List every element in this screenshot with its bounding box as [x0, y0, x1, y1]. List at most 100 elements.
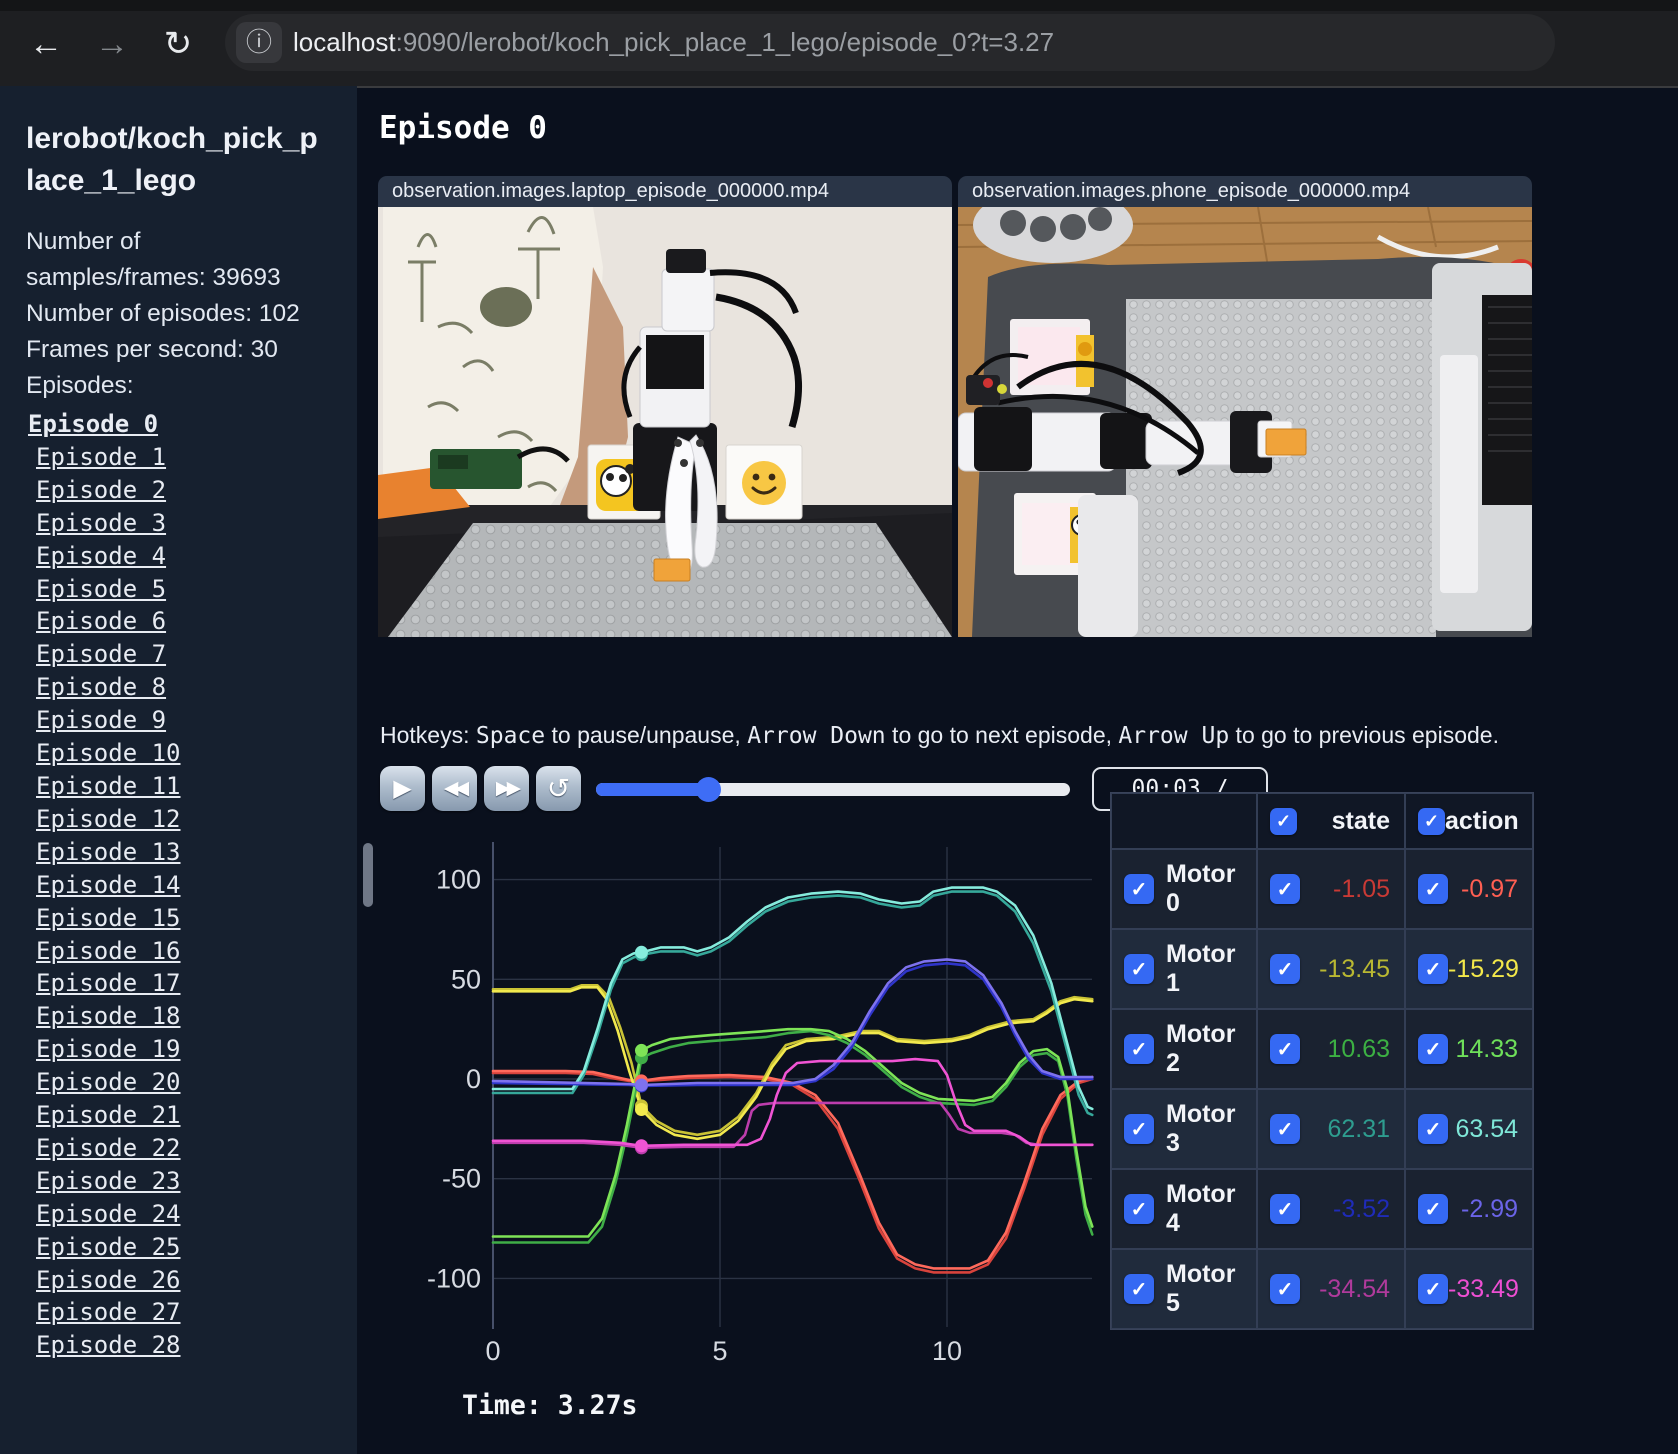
state-value-cell: ✓ -13.45: [1257, 929, 1405, 1009]
fast-forward-button[interactable]: ▶▶: [484, 766, 529, 811]
hotkeys-help-text: Hotkeys: Space to pause/unpause, Arrow D…: [380, 722, 1530, 749]
episode-link-episode-11[interactable]: Episode 11: [36, 770, 336, 803]
action-value: -2.99: [1461, 1194, 1518, 1223]
motor-table: ✓ state ✓ action ✓ Motor 0 ✓ -1.05 ✓ -0.97 ✓ Motor …: [1110, 792, 1534, 1330]
episode-link-episode-19[interactable]: Episode 19: [36, 1033, 336, 1066]
episode-link-episode-15[interactable]: Episode 15: [36, 902, 336, 935]
action-value: -0.97: [1461, 874, 1518, 903]
laptop-camera-video[interactable]: [378, 207, 952, 637]
checkbox[interactable]: ✓: [1418, 954, 1448, 984]
current-time-marker: [634, 1078, 648, 1092]
state-value-cell: ✓ 62.31: [1257, 1089, 1405, 1169]
checkbox[interactable]: ✓: [1270, 874, 1300, 904]
episode-link-episode-13[interactable]: Episode 13: [36, 836, 336, 869]
episode-link-episode-17[interactable]: Episode 17: [36, 967, 336, 1000]
checkbox[interactable]: ✓: [1124, 954, 1154, 984]
address-bar[interactable]: ⓘ localhost:9090/lerobot/koch_pick_place…: [225, 14, 1555, 71]
stat-line: Episodes:: [26, 372, 134, 399]
checkbox[interactable]: ✓: [1270, 1194, 1300, 1224]
browser-back-button[interactable]: ←: [24, 22, 68, 66]
video-title-phone: observation.images.phone_episode_000000.…: [958, 176, 1532, 207]
checkbox[interactable]: ✓: [1270, 954, 1300, 984]
episode-link-episode-4[interactable]: Episode 4: [36, 540, 336, 573]
checkbox[interactable]: ✓: [1418, 874, 1448, 904]
checkbox[interactable]: ✓: [1418, 1274, 1448, 1304]
current-time-marker: [634, 1139, 648, 1153]
checkbox[interactable]: ✓: [1418, 807, 1445, 835]
episode-link-episode-18[interactable]: Episode 18: [36, 1000, 336, 1033]
checkbox[interactable]: ✓: [1418, 1114, 1448, 1144]
action-value: -33.49: [1448, 1274, 1519, 1303]
checkbox[interactable]: ✓: [1270, 1114, 1300, 1144]
episode-link-episode-23[interactable]: Episode 23: [36, 1165, 336, 1198]
episode-link-episode-8[interactable]: Episode 8: [36, 671, 336, 704]
current-time-marker: [634, 945, 648, 959]
y-tick-label: 50: [451, 964, 481, 994]
browser-forward-button[interactable]: →: [90, 22, 134, 66]
table-header-row: ✓ state ✓ action: [1111, 793, 1533, 849]
state-value: -1.05: [1333, 874, 1390, 903]
loop-button[interactable]: ↺: [536, 766, 581, 811]
checkbox[interactable]: ✓: [1418, 1034, 1448, 1064]
table-row: ✓ Motor 4 ✓ -3.52 ✓ -2.99: [1111, 1169, 1533, 1249]
page-title: Episode 0: [379, 110, 547, 146]
state-value: -34.54: [1319, 1274, 1390, 1303]
episode-link-episode-6[interactable]: Episode 6: [36, 605, 336, 638]
motor-name-cell: ✓ Motor 3: [1111, 1089, 1257, 1169]
episode-link-episode-5[interactable]: Episode 5: [36, 573, 336, 606]
episode-link-episode-28[interactable]: Episode 28: [36, 1329, 336, 1362]
current-time-marker: [634, 1043, 648, 1057]
checkbox[interactable]: ✓: [1124, 874, 1154, 904]
checkbox[interactable]: ✓: [1124, 1194, 1154, 1224]
current-time-label: Time: 3.27s: [462, 1390, 638, 1421]
episode-link-episode-24[interactable]: Episode 24: [36, 1198, 336, 1231]
video-panel-phone[interactable]: observation.images.phone_episode_000000.…: [958, 176, 1532, 637]
motor-timeseries-chart[interactable]: 100 50 0 -50 -100 0 5 10: [385, 820, 1105, 1380]
orange-brick: [653, 558, 691, 582]
seek-slider-fill: [596, 783, 708, 796]
episode-link-episode-9[interactable]: Episode 9: [36, 704, 336, 737]
site-info-chip[interactable]: ⓘ: [236, 22, 282, 63]
checkbox[interactable]: ✓: [1270, 1034, 1300, 1064]
episode-link-episode-10[interactable]: Episode 10: [36, 737, 336, 770]
hotkey-text: to pause/unpause,: [545, 722, 748, 748]
episode-link-episode-25[interactable]: Episode 25: [36, 1231, 336, 1264]
checkbox[interactable]: ✓: [1418, 1194, 1448, 1224]
episode-link-episode-21[interactable]: Episode 21: [36, 1099, 336, 1132]
phone-camera-video[interactable]: [958, 207, 1532, 637]
checkbox[interactable]: ✓: [1124, 1274, 1154, 1304]
episode-link-episode-3[interactable]: Episode 3: [36, 507, 336, 540]
episode-link-episode-2[interactable]: Episode 2: [36, 474, 336, 507]
hotkey-key: Arrow Up: [1118, 723, 1230, 749]
hotkey-key: Arrow Down: [747, 723, 886, 749]
episode-link-episode-27[interactable]: Episode 27: [36, 1296, 336, 1329]
checkbox[interactable]: ✓: [1270, 807, 1297, 835]
url-text[interactable]: localhost:9090/lerobot/koch_pick_place_1…: [293, 14, 1054, 71]
rewind-button[interactable]: ◀◀: [432, 766, 477, 811]
checkbox[interactable]: ✓: [1124, 1114, 1154, 1144]
stat-line: Number of samples/frames: 39693: [26, 228, 281, 291]
sidebar: lerobot/koch_pick_place_1_lego Number of…: [0, 86, 357, 1454]
episode-link-episode-12[interactable]: Episode 12: [36, 803, 336, 836]
seek-slider-thumb[interactable]: [695, 777, 721, 802]
checkbox[interactable]: ✓: [1270, 1274, 1300, 1304]
episode-link-episode-26[interactable]: Episode 26: [36, 1264, 336, 1297]
video-panel-laptop[interactable]: observation.images.laptop_episode_000000…: [378, 176, 952, 637]
action-value-cell: ✓ -0.97: [1405, 849, 1533, 929]
play-button[interactable]: ▶: [380, 766, 425, 811]
checkbox[interactable]: ✓: [1124, 1034, 1154, 1064]
seek-slider[interactable]: [596, 777, 1070, 802]
episode-link-episode-22[interactable]: Episode 22: [36, 1132, 336, 1165]
episode-link-episode-7[interactable]: Episode 7: [36, 638, 336, 671]
episode-link-episode-1[interactable]: Episode 1: [36, 441, 336, 474]
episode-link-episode-0[interactable]: Episode 0: [28, 408, 336, 441]
column-header-state: ✓ state: [1257, 793, 1405, 849]
column-header-action: ✓ action: [1405, 793, 1533, 849]
episode-link-episode-16[interactable]: Episode 16: [36, 935, 336, 968]
browser-reload-button[interactable]: ↻: [156, 22, 200, 66]
episode-link-episode-14[interactable]: Episode 14: [36, 869, 336, 902]
episode-link-episode-20[interactable]: Episode 20: [36, 1066, 336, 1099]
scrollbar-thumb[interactable]: [363, 843, 373, 907]
action-value-cell: ✓ 63.54: [1405, 1089, 1533, 1169]
state-value: 62.31: [1327, 1114, 1390, 1143]
